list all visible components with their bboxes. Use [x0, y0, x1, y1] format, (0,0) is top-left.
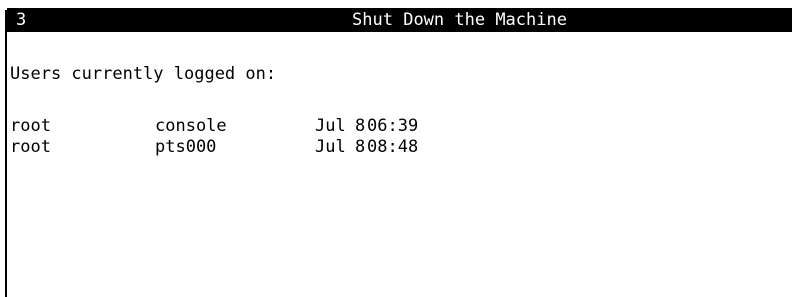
login-time: 06:39	[367, 116, 419, 136]
user-terminal: console	[155, 116, 227, 136]
login-time: 08:48	[367, 137, 419, 157]
logged-on-users-list: root console Jul 8 06:39 root pts000 Jul…	[10, 116, 418, 158]
window-title: Shut Down the Machine	[352, 10, 567, 30]
title-bar: 3 Shut Down the Machine	[7, 8, 792, 32]
login-month: Jul	[315, 137, 346, 157]
window-frame-left-border	[5, 10, 7, 297]
terminal-screen: 3 Shut Down the Machine Users currently …	[0, 0, 794, 297]
user-row: root pts000 Jul 8 08:48	[10, 137, 418, 158]
user-name: root	[10, 116, 51, 136]
logged-on-users-heading: Users currently logged on:	[10, 64, 277, 84]
login-day: 8	[355, 137, 366, 157]
login-month: Jul	[315, 116, 346, 136]
user-name: root	[10, 137, 51, 157]
user-terminal: pts000	[155, 137, 217, 157]
login-day: 8	[355, 116, 366, 136]
user-row: root console Jul 8 06:39	[10, 116, 418, 137]
